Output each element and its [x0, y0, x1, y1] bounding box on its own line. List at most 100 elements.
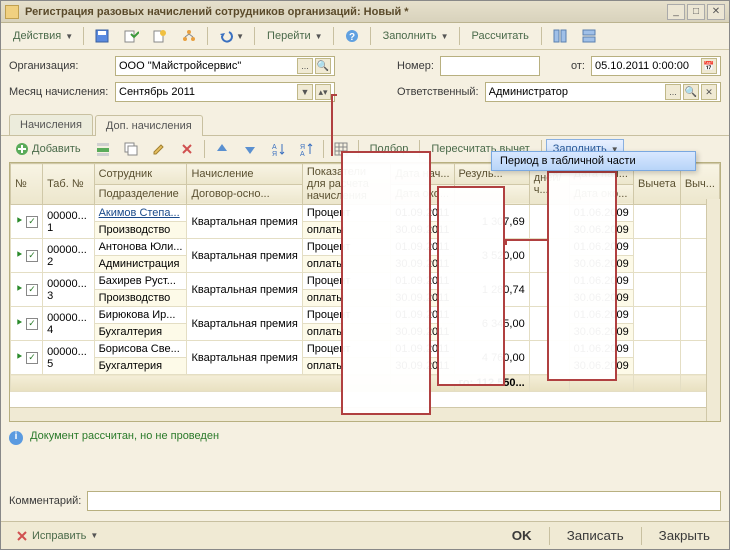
scrollbar-vertical[interactable] [706, 199, 720, 421]
row-checkbox[interactable]: ✓ [26, 284, 38, 296]
insert-row-button[interactable] [90, 139, 116, 159]
help-button[interactable]: ? [339, 26, 365, 46]
cell-d1: 01.09.2011 [391, 307, 454, 324]
row-checkbox[interactable]: ✓ [26, 318, 38, 330]
row-checkbox[interactable]: ✓ [26, 352, 38, 364]
bottom-bar: Исправить▼ OK Записать Закрыть [1, 521, 729, 549]
row-flag-icon: ⯈ [15, 318, 23, 329]
col-subd[interactable]: Подразделение [94, 184, 187, 205]
sort-desc-button[interactable]: ЯA [293, 139, 319, 159]
post-button[interactable] [118, 26, 144, 46]
comment-input[interactable] [87, 491, 721, 511]
save-icon-button[interactable] [89, 26, 115, 46]
fill-menu[interactable]: Заполнить▼ [376, 26, 454, 46]
cell-dept: Бухгалтерия [94, 324, 187, 341]
sort-asc-button[interactable]: AЯ [265, 139, 291, 159]
delete-row-button[interactable] [174, 139, 200, 159]
col-n[interactable]: № [11, 164, 43, 205]
tab-additional[interactable]: Доп. начисления [95, 115, 203, 136]
org-label: Организация: [9, 60, 109, 72]
open-button[interactable]: 🔍 [315, 58, 331, 74]
cell-dept: Производство [94, 222, 187, 239]
select-button[interactable]: Подбор [363, 139, 416, 159]
col-d-start[interactable]: Дата нач... [391, 164, 454, 185]
cell-de2: 30.06.2009 [569, 324, 633, 341]
table-row[interactable]: ⯈ ✓00000...3Бахирев Руст...Квартальная п… [11, 273, 720, 290]
save-button[interactable]: Записать [556, 524, 635, 547]
status-text: Документ рассчитан, но не проведен [30, 430, 219, 442]
ok-button[interactable]: OK [501, 524, 543, 547]
table-row[interactable]: ⯈ ✓00000...4Бирюкова Ир...Квартальная пр… [11, 307, 720, 324]
add-row-button[interactable]: Добавить [9, 139, 88, 159]
structure-button[interactable] [176, 26, 202, 46]
month-input[interactable]: Сентябрь 2011 ▼ ▴▾ [115, 82, 335, 102]
menu-item-period[interactable]: Период в табличной части [491, 151, 696, 171]
comment-label: Комментарий: [9, 495, 81, 507]
cell-de1: 01.06.2009 [569, 307, 633, 324]
resp-open-button[interactable]: 🔍 [683, 84, 699, 100]
col-contr[interactable]: Договор-осно... [187, 184, 302, 205]
cell-accr: Квартальная премия [187, 205, 302, 239]
col-indic[interactable]: Показатели для расчета начисления [302, 164, 390, 205]
scrollbar-horizontal[interactable] [10, 407, 706, 421]
chevron-down-icon: ▼ [65, 32, 73, 41]
table-row-sub[interactable]: Бухгалтерияоплаты30.09.201130.06.2009 [11, 358, 720, 375]
cell-tab: 00000...1 [43, 205, 95, 239]
col-de2[interactable]: Дата око... [569, 184, 633, 205]
layout1-button[interactable] [547, 26, 573, 46]
month-dropdown-button[interactable]: ▼ [297, 84, 313, 100]
comment-row: Комментарий: [1, 487, 729, 513]
calendar-button[interactable]: 📅 [701, 58, 717, 74]
table-row-sub[interactable]: Производствооплаты30.09.201130.06.2009 [11, 290, 720, 307]
recalc-button[interactable]: Рассчитать [465, 26, 536, 46]
col-d-end[interactable]: Дата око... [391, 184, 454, 205]
resp-input[interactable]: Администратор ... 🔍 ✕ [485, 82, 721, 102]
number-input[interactable] [440, 56, 540, 76]
table-row[interactable]: ⯈ ✓00000...1Акимов Степа...Квартальная п… [11, 205, 720, 222]
cell-de2: 30.06.2009 [569, 256, 633, 273]
cell-d1: 01.09.2011 [391, 341, 454, 358]
undo-button[interactable]: ▼ [213, 26, 249, 46]
svg-text:A: A [272, 144, 277, 151]
row-checkbox[interactable]: ✓ [26, 250, 38, 262]
cell-de1: 01.06.2009 [569, 341, 633, 358]
month-spin-button[interactable]: ▴▾ [315, 84, 331, 100]
row-checkbox[interactable]: ✓ [26, 216, 38, 228]
select-button[interactable]: ... [297, 58, 313, 74]
chevron-down-icon: ▼ [441, 32, 449, 41]
move-up-button[interactable] [209, 139, 235, 159]
col-emp[interactable]: Сотрудник [94, 164, 187, 185]
copy-row-button[interactable] [118, 139, 144, 159]
org-input[interactable]: ООО "Майстройсервис" ... 🔍 [115, 56, 335, 76]
repost-button[interactable] [147, 26, 173, 46]
edit-row-button[interactable] [146, 139, 172, 159]
goto-menu[interactable]: Перейти▼ [260, 26, 328, 46]
tab-accruals[interactable]: Начисления [9, 114, 93, 135]
fix-button[interactable]: Исправить▼ [9, 526, 103, 546]
close-doc-button[interactable]: Закрыть [648, 524, 721, 547]
row-flag-icon: ⯈ [15, 352, 23, 363]
plus-icon [14, 141, 30, 157]
date-input[interactable]: 05.10.2011 0:00:00 📅 [591, 56, 721, 76]
col-accr[interactable]: Начисление [187, 164, 302, 185]
resp-select-button[interactable]: ... [665, 84, 681, 100]
maximize-button[interactable]: □ [687, 4, 705, 20]
layout2-icon [581, 28, 597, 44]
grid-mode-button[interactable] [328, 139, 354, 159]
move-down-button[interactable] [237, 139, 263, 159]
cell-emp: Бирюкова Ир... [94, 307, 187, 324]
col-tab[interactable]: Таб. № [43, 164, 95, 205]
cell-d2: 30.09.2011 [391, 222, 454, 239]
actions-menu[interactable]: Действия▼ [6, 26, 78, 46]
resp-clear-button[interactable]: ✕ [701, 84, 717, 100]
table-row-sub[interactable]: Администрацияоплаты30.09.201130.06.2009 [11, 256, 720, 273]
row-flag-icon: ⯈ [15, 284, 23, 295]
table-row-sub[interactable]: Бухгалтерияоплаты30.09.201130.06.2009 [11, 324, 720, 341]
table-row[interactable]: ⯈ ✓00000...5Борисова Све...Квартальная п… [11, 341, 720, 358]
minimize-button[interactable]: _ [667, 4, 685, 20]
layout2-button[interactable] [576, 26, 602, 46]
table-row-sub[interactable]: Производствооплаты30.09.201130.06.2009 [11, 222, 720, 239]
close-button[interactable]: ✕ [707, 4, 725, 20]
table-row[interactable]: ⯈ ✓00000...2Антонова Юли...Квартальная п… [11, 239, 720, 256]
fix-icon [14, 528, 30, 544]
